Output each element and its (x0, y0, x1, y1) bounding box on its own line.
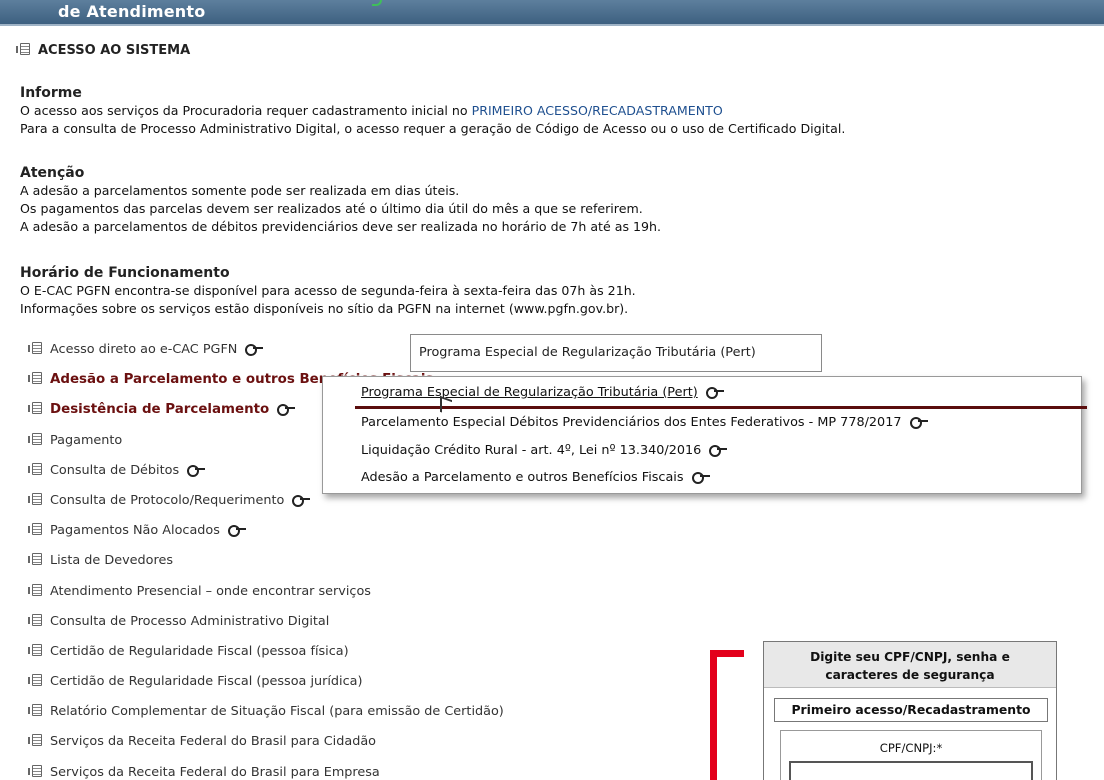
login-header: Digite seu CPF/CNPJ, senha e caracteres … (764, 642, 1056, 688)
atencao-heading: Atenção (20, 165, 85, 181)
menu-item-label: Acesso direto ao e-CAC PGFN (50, 342, 238, 357)
menu-item-label: Consulta de Débitos (50, 462, 180, 478)
menu-item-consulta-protocolo[interactable]: Consulta de Protocolo/Requerimento (28, 490, 692, 520)
annotation-bracket (710, 650, 744, 780)
menu-item-label: Certidão de Regularidade Fiscal (pessoa … (50, 643, 349, 659)
login-panel: Digite seu CPF/CNPJ, senha e caracteres … (763, 641, 1057, 780)
page-icon (28, 704, 42, 717)
informe-line1: O acesso aos serviços da Procuradoria re… (20, 102, 845, 120)
page-icon (28, 613, 42, 626)
menu-item-label: Certidão de Regularidade Fiscal (pessoa … (50, 674, 363, 690)
atencao-line1: A adesão a parcelamentos somente pode se… (20, 183, 460, 198)
submenu-item-pert[interactable]: Programa Especial de Regularização Tribu… (361, 385, 724, 400)
key-icon (187, 464, 206, 477)
menu-item-rfb-empresa[interactable]: Serviços da Receita Federal do Brasil pa… (28, 762, 692, 780)
login-header-line2: caracteres de segurança (825, 668, 995, 682)
menu-item-label: Consulta de Processo Administrativo Digi… (50, 613, 330, 629)
page-icon (16, 43, 30, 55)
page-icon (28, 674, 42, 687)
horario-line1: O E-CAC PGFN encontra-se disponível para… (20, 283, 636, 298)
page-icon (28, 523, 42, 536)
key-icon (277, 404, 296, 417)
green-check-mark (372, 0, 382, 6)
informe-block: Informe O acesso aos serviços da Procura… (20, 84, 845, 138)
submenu-item-label: Liquidação Crédito Rural - art. 4º, Lei … (361, 443, 702, 458)
atencao-line3: A adesão a parcelamentos de débitos prev… (20, 219, 662, 234)
menu-item-label: Serviços da Receita Federal do Brasil pa… (50, 764, 380, 780)
page-icon (28, 432, 42, 445)
submenu-item-mp778[interactable]: Parcelamento Especial Débitos Previdenci… (361, 415, 928, 430)
annotation-underline (355, 406, 1087, 409)
menu-item-label: Pagamentos Não Alocados (50, 523, 220, 539)
menu-item-label: Lista de Devedores (50, 553, 173, 569)
header-title: de Atendimento (58, 2, 206, 21)
page-icon (28, 402, 42, 415)
header-bar: de Atendimento (0, 0, 1104, 26)
submenu-item-label: Parcelamento Especial Débitos Previdenci… (361, 415, 902, 430)
page-icon (28, 553, 42, 566)
informe-line1-text: O acesso aos serviços da Procuradoria re… (20, 103, 472, 118)
key-icon (292, 494, 311, 507)
menu-item-pagamentos-nao-alocados[interactable]: Pagamentos Não Alocados (28, 520, 692, 550)
horario-heading: Horário de Funcionamento (20, 265, 230, 281)
menu-item-certidao-pf[interactable]: Certidão de Regularidade Fiscal (pessoa … (28, 641, 692, 671)
menu-item-processo-digital[interactable]: Consulta de Processo Administrativo Digi… (28, 611, 692, 641)
menu-item-relatorio-complementar[interactable]: Relatório Complementar de Situação Fisca… (28, 701, 692, 731)
submenu-item-label: Adesão a Parcelamento e outros Benefício… (361, 470, 684, 485)
section-title-text: ACESSO AO SISTEMA (38, 43, 191, 58)
page-icon (28, 372, 42, 385)
informe-heading: Informe (20, 85, 82, 101)
key-icon (709, 445, 728, 457)
menu-item-certidao-pj[interactable]: Certidão de Regularidade Fiscal (pessoa … (28, 671, 692, 701)
menu-item-label: Pagamento (50, 432, 123, 448)
submenu-item-label: Programa Especial de Regularização Tribu… (361, 385, 698, 400)
menu-item-atendimento-presencial[interactable]: Atendimento Presencial – onde encontrar … (28, 581, 692, 611)
menu-item-label: Consulta de Protocolo/Requerimento (50, 492, 285, 508)
page-icon (28, 764, 42, 777)
menu-item-label: Serviços da Receita Federal do Brasil pa… (50, 734, 376, 750)
page-icon (28, 734, 42, 747)
first-access-button[interactable]: Primeiro acesso/Recadastramento (774, 698, 1048, 722)
key-icon (227, 525, 246, 538)
key-icon (909, 417, 928, 429)
informe-line2: Para a consulta de Processo Administrati… (20, 121, 846, 136)
cpf-label: CPF/CNPJ:* (879, 741, 943, 755)
atencao-block: Atenção A adesão a parcelamentos somente… (20, 164, 661, 236)
hover-tooltip: Programa Especial de Regularização Tribu… (410, 334, 822, 372)
page-icon (28, 342, 42, 354)
menu-item-rfb-cidadao[interactable]: Serviços da Receita Federal do Brasil pa… (28, 731, 692, 761)
submenu-item-credito-rural[interactable]: Liquidação Crédito Rural - art. 4º, Lei … (361, 443, 728, 458)
parcelamento-submenu: Programa Especial de Regularização Tribu… (322, 376, 1082, 494)
cpf-input[interactable] (789, 761, 1033, 780)
page-icon (28, 492, 42, 505)
key-icon (245, 344, 264, 356)
horario-line2: Informações sobre os serviços estão disp… (20, 301, 629, 316)
login-form: CPF/CNPJ:* (780, 730, 1042, 780)
key-icon (705, 387, 724, 399)
primeiro-acesso-link[interactable]: PRIMEIRO ACESSO/RECADASTRAMENTO (472, 103, 723, 118)
page-icon (28, 583, 42, 596)
atencao-line2: Os pagamentos das parcelas devem ser rea… (20, 201, 643, 216)
page-icon (28, 462, 42, 475)
menu-item-label: Relatório Complementar de Situação Fisca… (50, 704, 504, 720)
horario-block: Horário de Funcionamento O E-CAC PGFN en… (20, 264, 636, 318)
submenu-item-adesao[interactable]: Adesão a Parcelamento e outros Benefício… (361, 470, 710, 485)
menu-item-label: Desistência de Parcelamento (50, 402, 270, 418)
page-icon (28, 643, 42, 656)
section-title: ACESSO AO SISTEMA (16, 43, 191, 58)
menu-item-lista-devedores[interactable]: Lista de Devedores (28, 550, 692, 580)
login-header-line1: Digite seu CPF/CNPJ, senha e (810, 650, 1010, 664)
menu-item-label: Atendimento Presencial – onde encontrar … (50, 583, 371, 599)
key-icon (691, 472, 710, 484)
